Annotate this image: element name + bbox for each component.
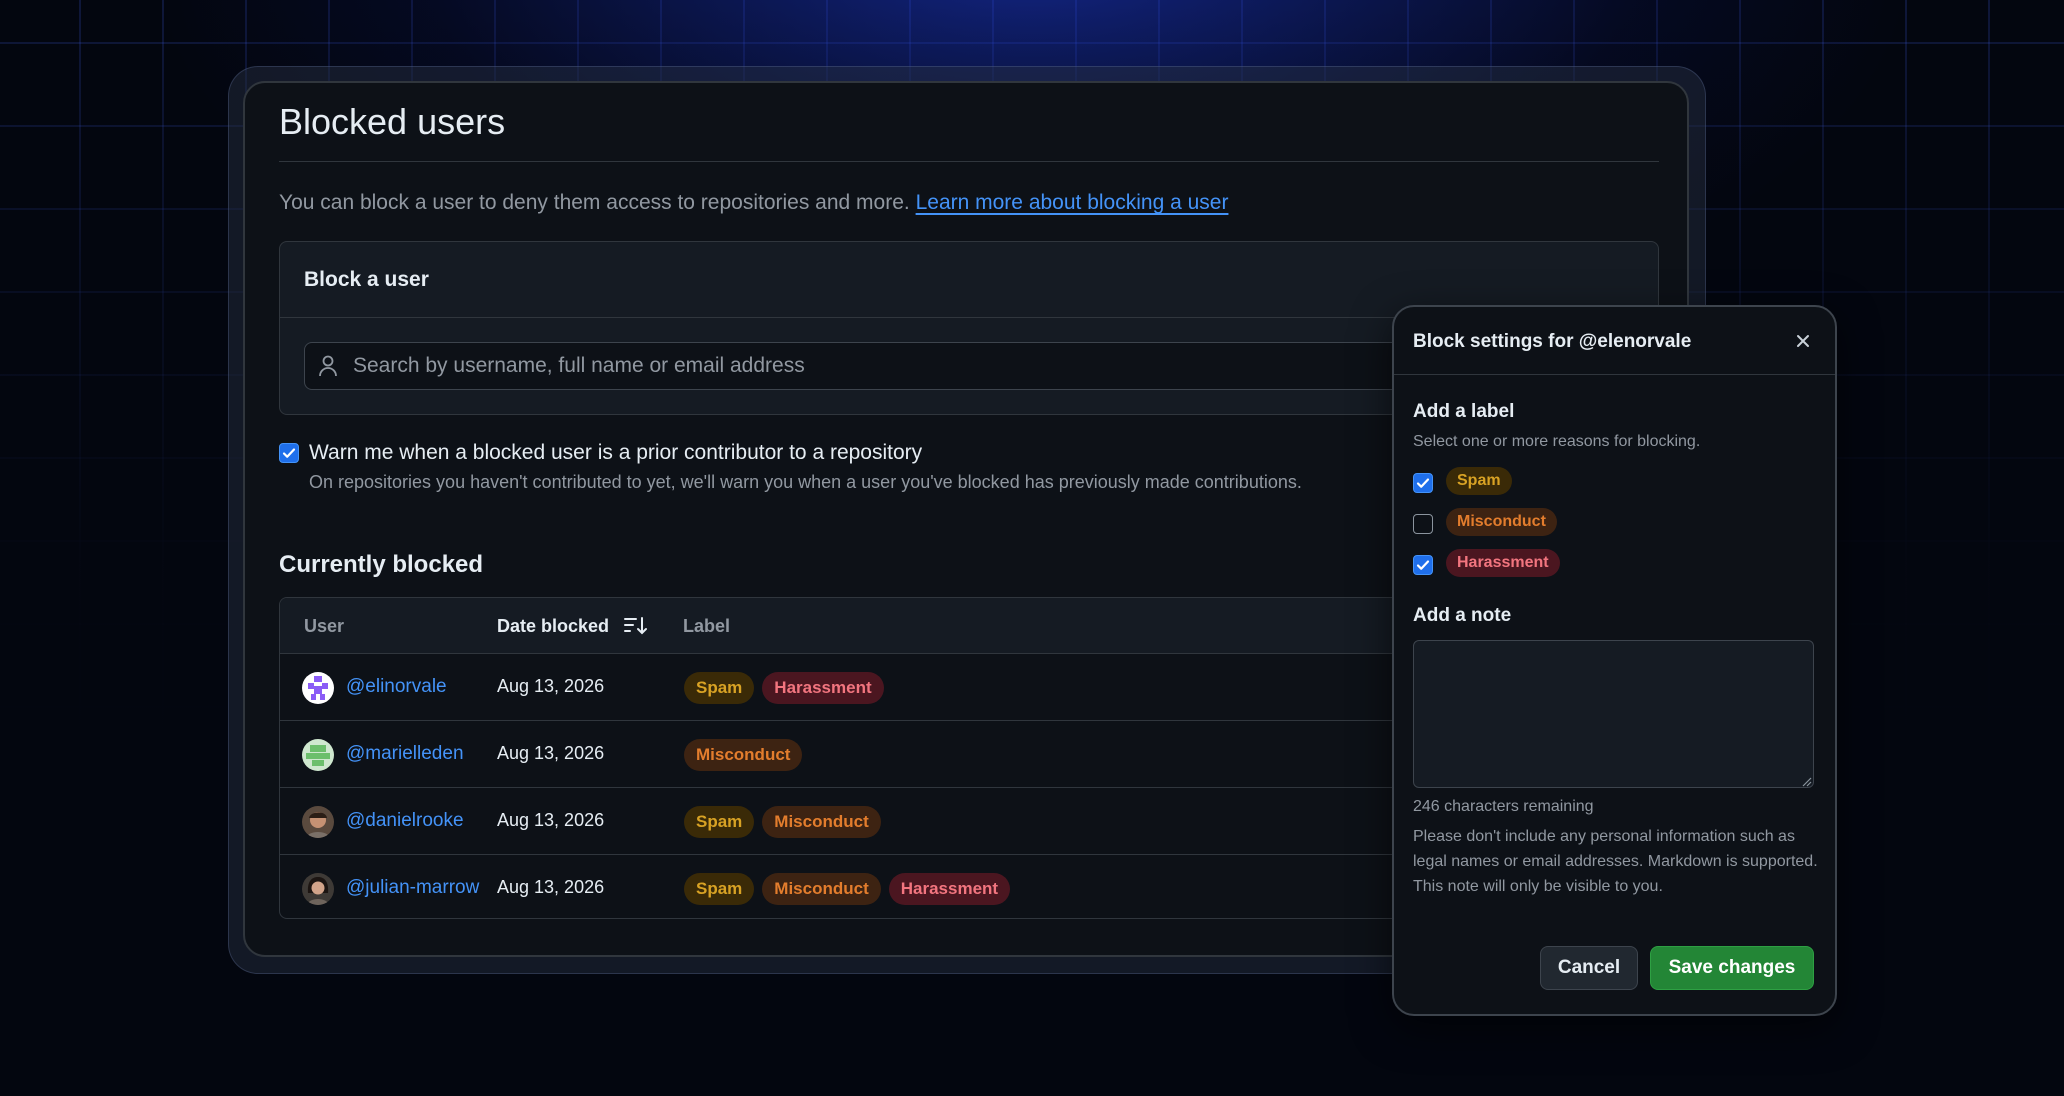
avatar: [302, 806, 334, 838]
username-link[interactable]: @julian-marrow: [346, 877, 479, 899]
username-link[interactable]: @marielleden: [346, 743, 464, 765]
username-link[interactable]: @danielrooke: [346, 810, 464, 832]
label-harassment: Harassment: [1446, 549, 1560, 577]
column-user: User: [304, 616, 345, 636]
warn-checkbox[interactable]: [279, 443, 299, 463]
label-harassment: Harassment: [762, 672, 884, 704]
page-title: Blocked users: [279, 101, 506, 142]
label-misconduct: Misconduct: [684, 739, 803, 771]
intro-description: You can block a user to deny them access…: [279, 191, 910, 214]
add-note-heading: Add a note: [1413, 605, 1512, 626]
sort-desc-icon[interactable]: [623, 615, 649, 642]
date-blocked: Aug 13, 2026: [497, 676, 605, 696]
label-harassment: Harassment: [888, 873, 1011, 905]
save-changes-button[interactable]: Save changes: [1650, 946, 1814, 990]
close-icon[interactable]: [1793, 331, 1813, 351]
currently-blocked-heading: Currently blocked: [279, 551, 484, 578]
label-spam: Spam: [684, 873, 755, 905]
spam-checkbox[interactable]: [1413, 473, 1433, 493]
characters-remaining: 246 characters remaining: [1413, 798, 1594, 815]
label-spam: Spam: [684, 672, 755, 704]
column-label: Label: [683, 616, 731, 636]
dialog-divider: [1394, 374, 1835, 375]
check-icon: [1416, 560, 1430, 570]
divider: [279, 161, 1659, 162]
warn-label: Warn me when a blocked user is a prior c…: [309, 441, 923, 464]
note-help-text: Please don't include any personal inform…: [1413, 828, 1818, 895]
cancel-button[interactable]: Cancel: [1540, 946, 1638, 990]
label-list: Spam Misconduct: [684, 806, 881, 838]
note-textarea[interactable]: [1413, 640, 1814, 788]
label-misconduct: Misconduct: [1446, 508, 1557, 536]
column-date-blocked[interactable]: Date blocked: [497, 616, 647, 637]
label-spam: Spam: [684, 806, 755, 838]
username-link[interactable]: @elinorvale: [346, 676, 447, 698]
label-misconduct: Misconduct: [762, 873, 881, 905]
avatar: [302, 672, 334, 704]
warn-description: On repositories you haven't contributed …: [309, 472, 1302, 492]
label-spam: Spam: [1446, 467, 1512, 495]
add-label-description: Select one or more reasons for blocking.: [1413, 433, 1701, 450]
check-icon: [1416, 478, 1430, 488]
date-blocked: Aug 13, 2026: [497, 743, 605, 763]
label-list: Spam Harassment: [684, 672, 884, 704]
misconduct-checkbox[interactable]: [1413, 514, 1433, 534]
dialog-title: Block settings for @elenorvale: [1413, 331, 1692, 352]
learn-more-link[interactable]: Learn more about blocking a user: [916, 191, 1229, 214]
search-input[interactable]: [353, 343, 1353, 389]
harassment-checkbox[interactable]: [1413, 555, 1433, 575]
check-icon: [282, 448, 296, 458]
person-icon: [317, 354, 339, 383]
avatar: [302, 739, 334, 771]
block-settings-dialog: Block settings for @elenorvale Add a lab…: [1392, 305, 1837, 1016]
resize-grip-icon[interactable]: [1800, 774, 1812, 792]
date-blocked: Aug 13, 2026: [497, 810, 605, 830]
label-list: Spam Misconduct Harassment: [684, 873, 1011, 905]
column-date-label: Date blocked: [497, 616, 610, 636]
label-misconduct: Misconduct: [762, 806, 881, 838]
add-label-heading: Add a label: [1413, 401, 1515, 422]
intro-text: You can block a user to deny them access…: [279, 191, 1228, 215]
date-blocked: Aug 13, 2026: [497, 877, 605, 897]
label-list: Misconduct: [684, 739, 803, 771]
avatar: [302, 873, 334, 905]
